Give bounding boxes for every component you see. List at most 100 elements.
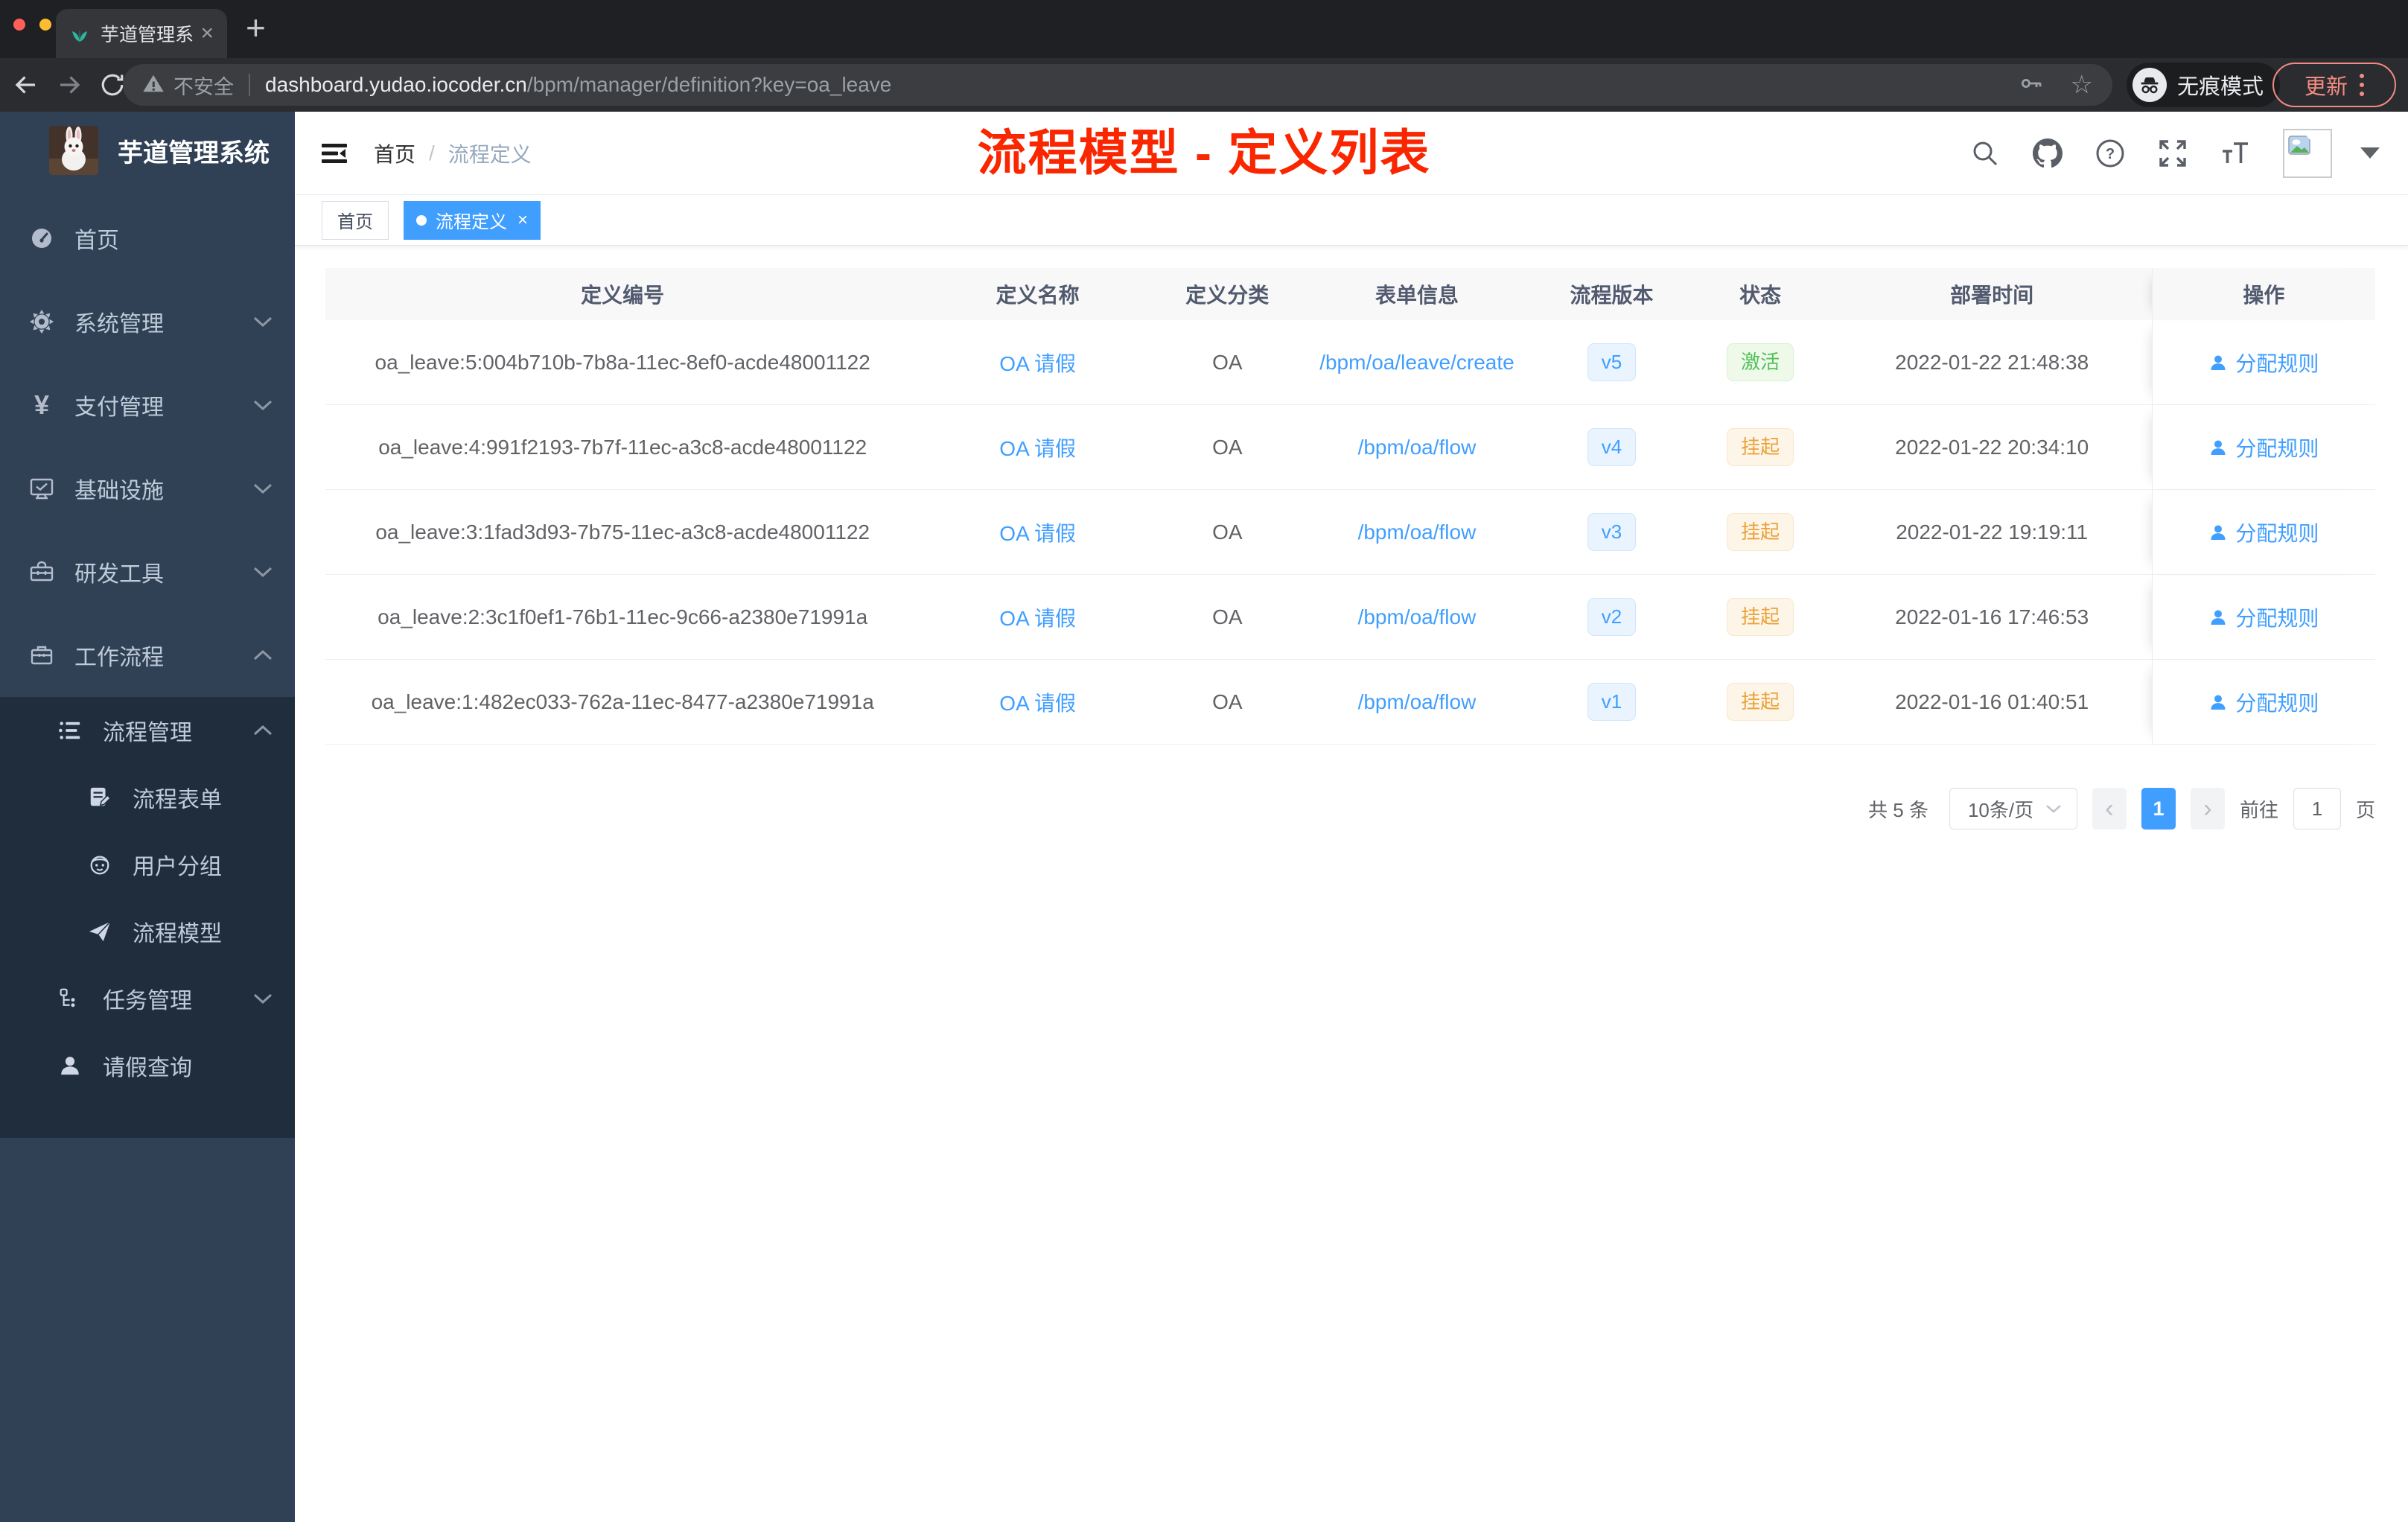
cell-deploy-time: 2022-01-22 21:48:38	[1895, 350, 2089, 374]
back-button[interactable]	[12, 71, 40, 99]
flow-tree-icon	[57, 985, 83, 1012]
definition-name-link[interactable]: OA 请假	[999, 433, 1076, 462]
sidebar-item-home[interactable]: 首页	[0, 197, 295, 280]
header-actions: ?	[1970, 128, 2380, 178]
app-logo[interactable]: 芋道管理系统	[0, 112, 295, 189]
breadcrumb-home[interactable]: 首页	[374, 138, 415, 168]
cell-definition-id: oa_leave:3:1fad3d93-7b75-11ec-a3c8-acde4…	[375, 520, 870, 544]
sidebar-item-infra[interactable]: 基础设施	[0, 447, 295, 530]
assign-rule-label: 分配规则	[2235, 691, 2319, 715]
sidebar-item-label: 任务管理	[103, 989, 192, 1013]
page-size-value: 10条/页	[1967, 798, 2034, 821]
new-tab-button[interactable]: +	[246, 10, 266, 45]
assign-rule-button[interactable]: 分配规则	[2208, 433, 2319, 462]
text-size-icon[interactable]	[2220, 138, 2250, 168]
password-key-icon[interactable]	[2019, 71, 2044, 100]
help-icon[interactable]: ?	[2095, 138, 2125, 168]
version-badge: v2	[1587, 597, 1637, 637]
incognito-icon	[2133, 68, 2167, 102]
browser-menu-dots-icon[interactable]	[2360, 71, 2364, 98]
update-button[interactable]: 更新	[2272, 63, 2396, 107]
forward-button[interactable]	[55, 71, 83, 99]
assign-rule-button[interactable]: 分配规则	[2208, 602, 2319, 632]
next-page-button[interactable]: ›	[2190, 788, 2225, 830]
sidebar-item-workflow[interactable]: 工作流程	[0, 614, 295, 697]
chevron-down-icon	[253, 483, 273, 494]
sidebar-item-user-group[interactable]: 用户分组	[0, 831, 295, 898]
form-info-link[interactable]: /bpm/oa/flow	[1358, 520, 1477, 544]
definition-name-link[interactable]: OA 请假	[999, 348, 1076, 378]
page-unit-label: 页	[2355, 798, 2375, 821]
tag-process-definition[interactable]: 流程定义 ×	[404, 200, 541, 240]
divider	[249, 74, 250, 96]
breadcrumb-current: 流程定义	[447, 142, 532, 166]
close-window-button[interactable]	[13, 19, 25, 31]
assign-rule-button[interactable]: 分配规则	[2208, 687, 2319, 717]
sidebar-item-devtools[interactable]: 研发工具	[0, 530, 295, 614]
page-size-select[interactable]: 10条/页	[1949, 788, 2077, 830]
version-badge: v5	[1587, 343, 1637, 382]
tab-close-icon[interactable]: ×	[200, 22, 214, 45]
browser-chrome: 芋道管理系统 × + 不安全 d	[0, 0, 2408, 112]
tags-view-bar: 首页 流程定义 ×	[295, 195, 2408, 246]
github-icon[interactable]	[2033, 138, 2063, 168]
avatar[interactable]	[2283, 128, 2332, 178]
search-icon[interactable]	[1970, 138, 2000, 168]
minimize-window-button[interactable]	[39, 19, 51, 31]
monitor-icon	[28, 475, 55, 502]
definition-name-link[interactable]: OA 请假	[999, 687, 1076, 717]
tab-strip: 芋道管理系统 × +	[0, 0, 2408, 58]
form-document-icon	[86, 784, 113, 811]
fullscreen-icon[interactable]	[2158, 138, 2188, 168]
broken-image-icon	[2288, 133, 2314, 155]
prev-page-button[interactable]: ‹	[2092, 788, 2127, 830]
sidebar-item-system[interactable]: 系统管理	[0, 280, 295, 363]
assign-rule-button[interactable]: 分配规则	[2208, 348, 2319, 378]
column-header: 定义编号	[581, 284, 665, 307]
definition-name-link[interactable]: OA 请假	[999, 602, 1076, 632]
form-info-link[interactable]: /bpm/oa/flow	[1358, 605, 1477, 629]
breadcrumb-separator: /	[429, 141, 435, 165]
column-header: 定义分类	[1185, 284, 1270, 307]
tag-close-icon[interactable]: ×	[517, 211, 528, 229]
sidebar-fold-icon[interactable]	[320, 141, 348, 166]
sidebar-item-label: 系统管理	[74, 312, 164, 337]
sidebar-item-payment[interactable]: ¥ 支付管理	[0, 363, 295, 447]
table-row: oa_leave:1:482ec033-762a-11ec-8477-a2380…	[325, 660, 2375, 745]
sidebar-item-process-form[interactable]: 流程表单	[0, 764, 295, 831]
yen-icon: ¥	[34, 389, 50, 420]
tag-home[interactable]: 首页	[322, 200, 389, 240]
workflow-submenu: 流程管理 流程表单 用户分组 流程模型 任务管理 请假查询	[0, 697, 295, 1138]
cell-definition-id: oa_leave:1:482ec033-762a-11ec-8477-a2380…	[371, 690, 874, 713]
assign-rule-button[interactable]: 分配规则	[2208, 518, 2319, 547]
assign-rule-label: 分配规则	[2235, 606, 2319, 630]
sidebar: 芋道管理系统 首页 系统管理 ¥ 支付管理 基础设施 研发工具 工作流程 流程管…	[0, 112, 295, 1522]
cell-deploy-time: 2022-01-22 20:34:10	[1895, 435, 2089, 459]
goto-page-input[interactable]	[2293, 788, 2341, 830]
assign-rule-label: 分配规则	[2235, 351, 2319, 375]
form-info-link[interactable]: /bpm/oa/flow	[1358, 690, 1477, 714]
definition-name-link[interactable]: OA 请假	[999, 518, 1076, 547]
security-warning-icon[interactable]	[142, 72, 165, 98]
logo-rabbit-image	[49, 126, 98, 175]
sidebar-item-process-management[interactable]: 流程管理	[0, 697, 295, 764]
incognito-label: 无痕模式	[2177, 75, 2264, 99]
main-area: 首页 / 流程定义 ? 首页 流程定义 × 定义编号 定义名称 定义分类 表单信…	[295, 112, 2408, 1522]
form-info-link[interactable]: /bpm/oa/leave/create	[1319, 351, 1514, 375]
sidebar-item-label: 首页	[74, 229, 119, 253]
sidebar-item-process-model[interactable]: 流程模型	[0, 898, 295, 965]
active-dot-icon	[416, 214, 427, 226]
sidebar-item-leave-query[interactable]: 请假查询	[0, 1032, 295, 1099]
chevron-down-icon	[253, 400, 273, 410]
form-info-link[interactable]: /bpm/oa/flow	[1358, 436, 1477, 459]
sidebar-item-task-management[interactable]: 任务管理	[0, 965, 295, 1032]
page-number-1[interactable]: 1	[2141, 788, 2176, 830]
bookmark-star-icon[interactable]: ☆	[2071, 72, 2093, 98]
avatar-caret-icon[interactable]	[2360, 147, 2380, 159]
browser-tab[interactable]: 芋道管理系统 ×	[56, 9, 227, 58]
breadcrumb: 首页 / 流程定义	[374, 138, 532, 168]
cell-deploy-time: 2022-01-16 17:46:53	[1895, 605, 2089, 628]
sidebar-item-label: 流程表单	[133, 788, 222, 812]
chevron-down-icon	[2045, 804, 2062, 813]
address-bar[interactable]: 不安全 dashboard.yudao.iocoder.cn/bpm/manag…	[123, 64, 2112, 106]
